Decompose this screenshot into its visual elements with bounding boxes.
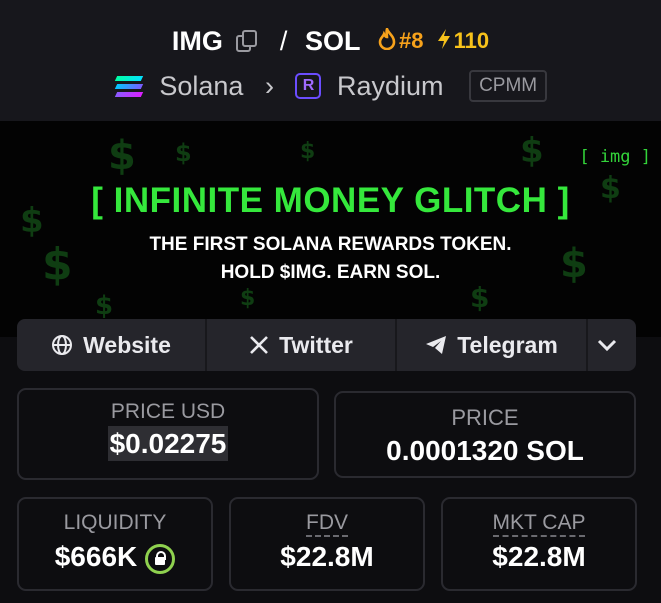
market-cap-label[interactable]: MKT CAP — [492, 511, 586, 537]
fdv-label[interactable]: FDV — [306, 511, 348, 537]
market-cap-card: MKT CAP $22.8M — [441, 497, 637, 591]
liquidity-card: LIQUIDITY $666K — [17, 497, 213, 591]
price-native-card: PRICE 0.0001320 SOL — [334, 391, 636, 478]
dollar-sign-decoration: $ — [240, 286, 256, 311]
price-usd-card: PRICE USD $0.02275 — [17, 388, 319, 480]
social-links-bar: Website Twitter Telegram — [17, 319, 636, 371]
trending-rank[interactable]: #8 — [378, 25, 430, 54]
route-breadcrumb: Solana › R Raydium CPMM — [0, 66, 661, 104]
liquidity-label: LIQUIDITY — [63, 511, 167, 534]
flame-icon — [378, 25, 396, 51]
raydium-logo-icon: R — [295, 72, 322, 99]
dex-link[interactable]: Raydium — [337, 71, 444, 101]
quote-symbol: SOL — [304, 25, 361, 56]
dollar-sign-decoration: $ — [108, 133, 136, 179]
dollar-sign-decoration: $ — [470, 281, 490, 314]
globe-icon — [52, 335, 73, 355]
fdv-card: FDV $22.8M — [229, 497, 425, 591]
twitter-label: Twitter — [279, 331, 353, 358]
boost-value: 110 — [453, 28, 490, 54]
dollar-sign-decoration: $ — [175, 139, 192, 167]
dollar-sign-decoration: $ — [520, 131, 544, 171]
banner-tag: [ img ] — [579, 147, 651, 167]
dollar-sign-decoration: $ — [300, 139, 316, 164]
price-usd-value: $0.02275 — [107, 426, 229, 461]
solana-logo-icon — [114, 74, 144, 98]
pool-type-badge: CPMM — [469, 69, 548, 102]
price-native-label: PRICE — [451, 405, 519, 430]
rank-value: #8 — [398, 28, 424, 54]
price-usd-label: PRICE USD — [110, 400, 226, 423]
banner-line-1: THE FIRST SOLANA REWARDS TOKEN. — [149, 234, 512, 255]
token-banner-image: $ $ $ $ $ $ $ $ $ $ $ [ img ] [ INFINITE… — [0, 121, 661, 337]
banner-title: [ INFINITE MONEY GLITCH ] — [91, 181, 570, 220]
boost-count[interactable]: 110 — [436, 27, 490, 54]
chevron-down-icon — [597, 339, 617, 352]
banner-line-2: HOLD $IMG. EARN SOL. — [220, 262, 441, 283]
website-label: Website — [83, 331, 171, 358]
copy-icon[interactable] — [236, 29, 258, 52]
bolt-icon — [437, 29, 450, 50]
base-symbol: IMG — [171, 25, 223, 56]
market-cap-value: $22.8M — [492, 541, 586, 572]
token-header: IMG / SOL #8 110 Solana › R Raydium CPMM — [0, 0, 661, 121]
liquidity-value: $666K — [54, 541, 138, 572]
chevron-right-icon: › — [264, 70, 274, 101]
twitter-button[interactable]: Twitter — [207, 319, 397, 371]
pair-title: IMG / SOL #8 110 — [0, 22, 661, 58]
telegram-button[interactable]: Telegram — [397, 319, 588, 371]
price-native-value: 0.0001320 SOL — [386, 435, 584, 466]
website-button[interactable]: Website — [17, 319, 207, 371]
pair-separator: / — [279, 25, 288, 56]
chain-link[interactable]: Solana — [159, 71, 243, 101]
fdv-value: $22.8M — [280, 541, 374, 572]
x-logo-icon — [250, 336, 269, 354]
liquidity-lock-icon[interactable] — [145, 543, 176, 574]
telegram-label: Telegram — [457, 331, 558, 358]
telegram-icon — [426, 336, 447, 354]
more-links-button[interactable] — [588, 319, 636, 371]
dollar-sign-decoration: $ — [95, 291, 114, 321]
